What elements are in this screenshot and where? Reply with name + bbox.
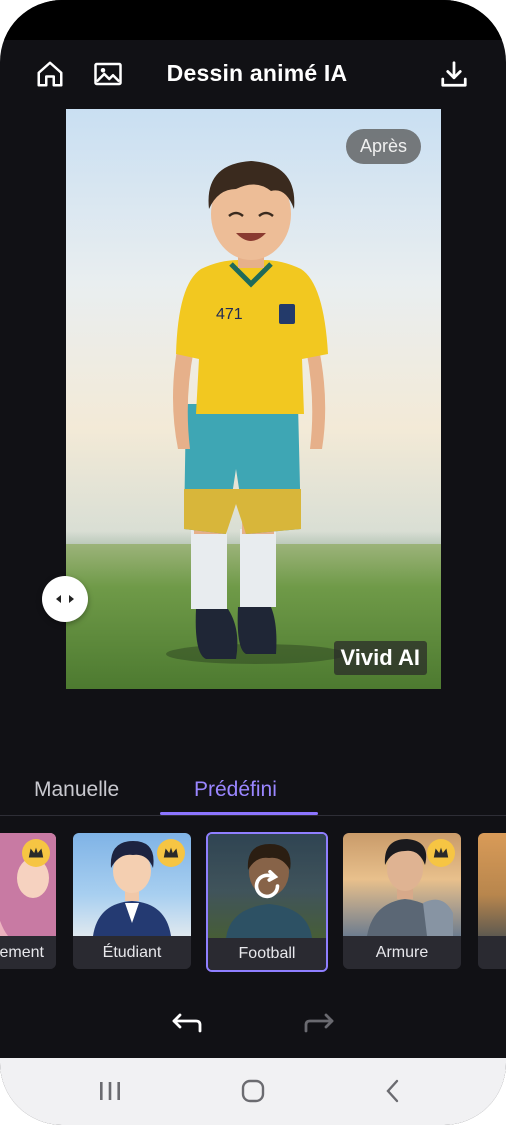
style-list: ement Étudiant Football Armure [0, 832, 506, 973]
style-label: Armure [343, 936, 461, 969]
app-screen: Dessin animé IA 471 Après Vivid AI Manue… [0, 0, 506, 1125]
style-card-4[interactable] [478, 833, 506, 969]
page-title: Dessin animé IA [166, 60, 348, 86]
premium-crown-icon [157, 839, 185, 867]
system-navigation-bar [0, 1058, 506, 1125]
style-thumbnail [478, 833, 506, 936]
back-icon[interactable] [376, 1076, 410, 1106]
style-label [478, 936, 506, 969]
compare-slider-handle[interactable] [42, 576, 88, 622]
premium-crown-icon [22, 839, 50, 867]
style-thumbnail [208, 834, 326, 938]
style-card-student[interactable]: Étudiant [73, 833, 191, 969]
style-card-0[interactable]: ement [0, 833, 56, 969]
tab-manual[interactable]: Manuelle [34, 778, 119, 802]
cartoon-player-illustration: 471 [166, 161, 346, 664]
status-bar [0, 0, 506, 40]
mode-tabs: Manuelle Prédéfini [0, 770, 506, 816]
tabs-divider [0, 815, 506, 816]
style-label: ement [0, 936, 56, 969]
result-image: 471 Après Vivid AI [66, 109, 441, 689]
recents-icon[interactable] [93, 1076, 127, 1106]
style-label: Étudiant [73, 936, 191, 969]
undo-icon[interactable] [170, 1010, 204, 1036]
redo-icon[interactable] [302, 1010, 336, 1036]
premium-crown-icon [427, 839, 455, 867]
tab-preset[interactable]: Prédéfini [194, 778, 277, 802]
style-card-armor[interactable]: Armure [343, 833, 461, 969]
download-icon[interactable] [438, 58, 470, 90]
after-badge: Après [345, 129, 421, 164]
compare-arrows-icon [56, 595, 74, 603]
watermark: Vivid AI [333, 641, 427, 675]
home-circle-icon[interactable] [236, 1076, 270, 1106]
style-card-football[interactable]: Football [206, 832, 328, 972]
svg-text:471: 471 [216, 306, 243, 323]
style-label: Football [208, 938, 326, 970]
top-bar: Dessin animé IA [0, 48, 506, 104]
regenerate-icon[interactable] [248, 867, 286, 905]
